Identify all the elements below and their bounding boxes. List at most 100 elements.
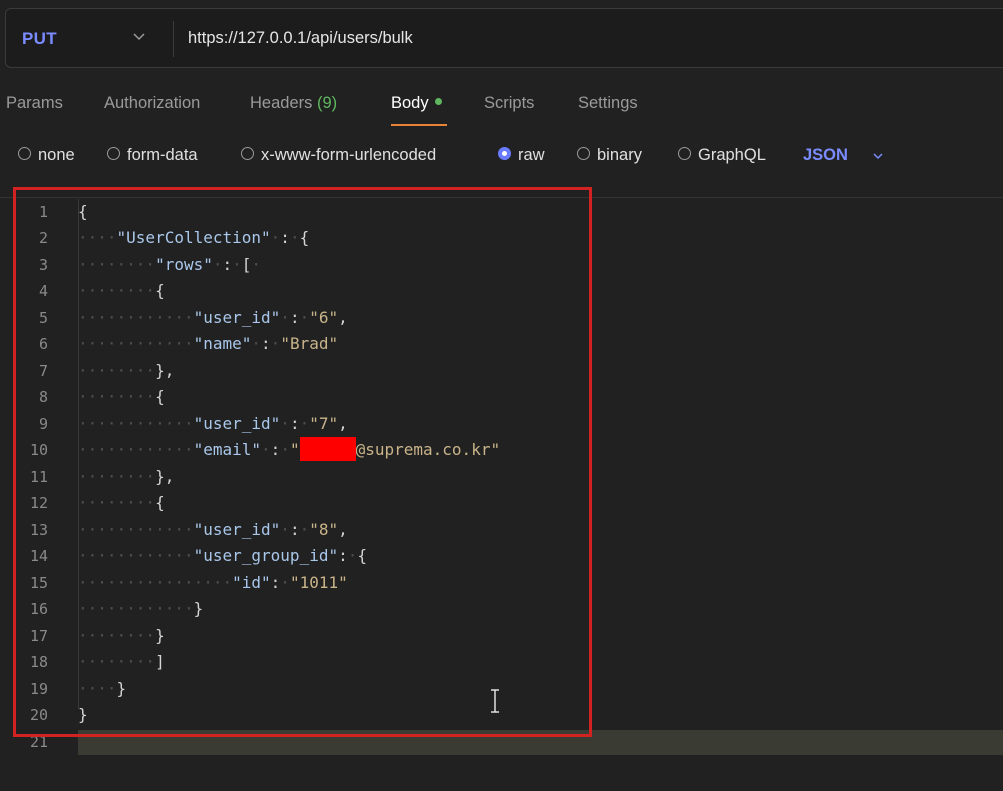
body-type-raw[interactable]: raw [498,146,545,165]
line-number: 19 [29,680,48,698]
line-number: 16 [29,600,48,618]
code-line: 4 ········{ [0,278,1003,304]
radio-selected-icon [498,147,511,161]
code-text: ············"email"·:·" @suprema.co.kr" [78,436,500,463]
body-type-binary[interactable]: binary [577,146,642,165]
line-number: 18 [29,653,48,671]
code-line: 9 ············"user_id"·:·"7", [0,411,1003,437]
body-modified-dot [434,98,442,106]
code-line: 17 ········} [0,623,1003,649]
line-number: 13 [29,521,48,539]
radio-icon [577,147,590,161]
line-number: 17 [29,627,48,645]
line-number: 14 [29,547,48,565]
tab-settings[interactable]: Settings [578,94,638,113]
code-line: 7 ········}, [0,358,1003,384]
code-line: 8 ········{ [0,384,1003,410]
code-text: ····} [78,679,127,698]
chevron-down-icon[interactable] [132,29,146,43]
line-number: 5 [38,309,48,327]
redaction-box [299,436,356,461]
line-number: 3 [38,256,48,274]
line-number: 12 [29,494,48,512]
body-type-label: none [38,146,75,164]
body-type-label: GraphQL [698,146,766,164]
radio-icon [678,147,691,161]
code-text: ············"user_id"·:·"8", [78,520,348,539]
tab-params[interactable]: Params [6,94,63,113]
radio-icon [107,147,120,161]
code-text: ········{ [78,493,165,512]
divider [173,21,174,57]
active-tab-indicator [391,124,447,126]
body-type-label: binary [597,146,642,164]
body-type-urlencoded[interactable]: x-www-form-urlencoded [241,146,436,165]
line-number: 7 [38,362,48,380]
tab-body-label: Body [391,94,429,112]
radio-icon [241,147,254,161]
code-line: 5 ············"user_id"·:·"6", [0,305,1003,331]
code-text: ············"user_id"·:·"6", [78,308,348,327]
code-line: 10 ············"email"·:·" @suprema.co.kr… [0,436,1003,463]
divider [0,197,1003,198]
text-cursor-icon [491,689,499,713]
code-text: ········}, [78,361,175,380]
code-text: ············} [78,599,204,618]
body-type-form-data[interactable]: form-data [107,146,198,165]
http-method-select[interactable]: PUT [22,29,57,49]
code-text: { [78,202,88,221]
headers-count-badge: (9) [316,94,338,112]
code-text: ············"user_id"·:·"7", [78,414,348,433]
line-number: 8 [38,388,48,406]
line-number: 1 [38,203,48,221]
tab-scripts[interactable]: Scripts [484,94,534,113]
tab-body[interactable]: Body [391,94,442,113]
code-line: 6 ············"name"·:·"Brad" [0,331,1003,357]
chevron-down-icon[interactable] [872,150,884,162]
code-text: ········] [78,652,165,671]
code-text: ········"rows"·:·[· [78,255,262,274]
code-line: 12 ········{ [0,490,1003,516]
code-line: 2 ····"UserCollection"·:·{ [0,225,1003,251]
tab-authorization[interactable]: Authorization [104,94,200,113]
code-text: ········{ [78,281,165,300]
body-type-label: form-data [127,146,198,164]
body-type-graphql[interactable]: GraphQL [678,146,766,165]
code-line: 14 ············"user_group_id":·{ [0,543,1003,569]
line-number: 11 [29,468,48,486]
code-line: 13 ············"user_id"·:·"8", [0,517,1003,543]
code-line: 1 { [0,199,1003,225]
code-text: ········}, [78,467,175,486]
url-input[interactable]: https://127.0.0.1/api/users/bulk [188,29,413,48]
line-number: 6 [38,335,48,353]
line-number: 2 [38,229,48,247]
code-text: ········} [78,626,165,645]
body-type-selector: none form-data x-www-form-urlencoded raw… [0,142,1003,172]
tab-headers-label: Headers [250,94,313,112]
code-text: ····"UserCollection"·:·{ [78,228,310,247]
code-line: 15 ················"id":·"1011" [0,570,1003,596]
code-text: ············"user_group_id":·{ [78,546,368,565]
body-type-label: raw [518,146,545,164]
line-number: 4 [38,282,48,300]
line-number: 9 [38,415,48,433]
line-number: 10 [29,441,48,459]
code-text: } [78,705,88,724]
code-line: 18 ········] [0,649,1003,675]
line-number: 20 [29,706,48,724]
code-line: 16 ············} [0,596,1003,622]
code-text: ········{ [78,387,165,406]
line-number: 21 [29,733,48,751]
body-type-none[interactable]: none [18,146,75,165]
body-type-label: x-www-form-urlencoded [261,146,437,164]
format-select[interactable]: JSON [803,146,848,165]
request-url-bar: PUT https://127.0.0.1/api/users/bulk [5,8,1003,68]
code-text: ················"id":·"1011" [78,573,348,592]
tab-headers[interactable]: Headers (9) [250,94,337,113]
code-text: ············"name"·:·"Brad" [78,334,339,353]
code-line: 11 ········}, [0,464,1003,490]
request-tabs: Params Authorization Headers (9) Body Sc… [0,90,1003,130]
code-line: 21 [0,729,1003,755]
line-number: 15 [29,574,48,592]
radio-icon [18,147,31,161]
